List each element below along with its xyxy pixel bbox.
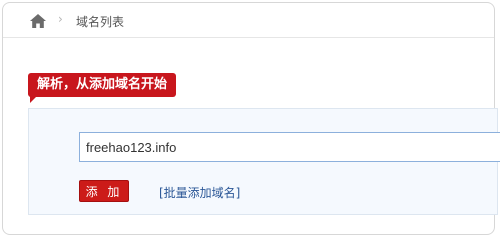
add-button[interactable]: 添 加	[79, 180, 129, 202]
hint-badge-tail	[30, 96, 37, 103]
hint-badge: 解析，从添加域名开始	[28, 73, 177, 97]
bulk-add-domain-link[interactable]: [批量添加域名]	[159, 184, 240, 201]
home-icon[interactable]	[29, 13, 47, 29]
domain-input[interactable]	[79, 132, 500, 162]
chevron-right-icon: ›	[58, 12, 63, 26]
breadcrumb: › 域名列表	[3, 3, 494, 38]
breadcrumb-current: 域名列表	[76, 15, 125, 29]
